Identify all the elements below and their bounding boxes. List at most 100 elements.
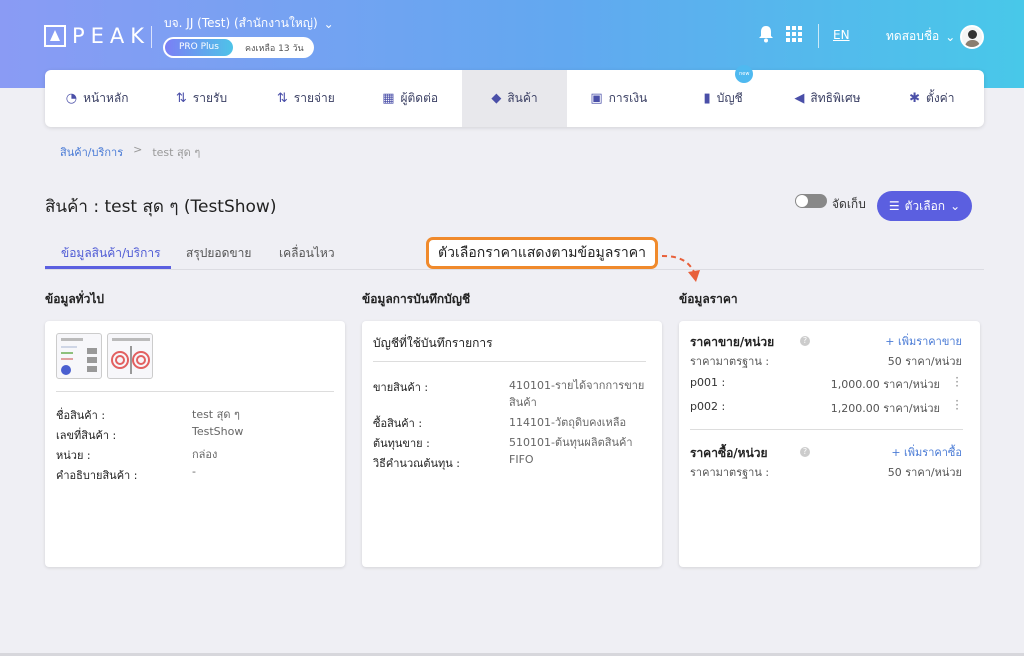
chevron-down-icon: ⌄ xyxy=(323,16,334,31)
field-label: วิธีคำนวณต้นทุน : xyxy=(373,457,460,470)
add-buy-price-link[interactable]: + เพิ่มราคาซื้อ xyxy=(891,443,962,461)
new-badge: new xyxy=(735,65,754,83)
contacts-icon: ▦ xyxy=(382,91,395,106)
nav-item-contacts[interactable]: ▦ ผู้ติดต่อ xyxy=(358,70,462,127)
logo-mark-icon xyxy=(44,25,66,47)
field-value: สินค้า xyxy=(509,396,537,409)
price-label: ราคามาตรฐาน : xyxy=(690,466,770,479)
nav-label: ตั้งค่า xyxy=(926,91,955,105)
avatar[interactable] xyxy=(960,25,984,49)
box-icon: ◆ xyxy=(491,91,502,106)
user-menu[interactable]: ทดสอบชื่อ ⌄ xyxy=(886,27,955,46)
accounting-heading: ข้อมูลการบันทึกบัญชี xyxy=(362,292,471,306)
nav-label: การเงิน xyxy=(608,91,648,105)
apps-grid-icon[interactable] xyxy=(786,26,802,42)
main-nav: ◔ หน้าหลัก ⇅ รายรับ ⇅ รายจ่าย ▦ ผู้ติดต่อ ◆ ส… xyxy=(45,65,984,127)
divider xyxy=(818,24,819,48)
archive-toggle[interactable] xyxy=(795,194,827,208)
tab-movements[interactable]: เคลื่อนไหว xyxy=(279,244,335,263)
field-value: 510101-ต้นทุนผลิตสินค้า xyxy=(509,436,633,449)
nav-label: บัญชี xyxy=(716,91,743,105)
field-value: FIFO xyxy=(509,453,534,466)
nav-item-accounting[interactable]: ▮ บัญชี new xyxy=(671,65,775,127)
divider xyxy=(373,361,646,362)
nav-item-finance[interactable]: ▣ การเงิน xyxy=(567,70,671,127)
more-options-icon[interactable]: · · · xyxy=(954,372,960,392)
price-label: p001 : xyxy=(690,376,726,389)
nav-label: รายจ่าย xyxy=(293,91,335,105)
options-button[interactable]: ☰ ตัวเลือก ⌄ xyxy=(877,191,972,221)
chevron-down-icon: ⌄ xyxy=(950,199,961,213)
field-label: คำอธิบายสินค้า : xyxy=(56,469,138,482)
divider xyxy=(56,391,334,392)
help-icon[interactable]: ? xyxy=(800,447,810,457)
field-value: - xyxy=(192,465,196,478)
field-value: กล่อง xyxy=(192,448,218,461)
more-options-icon[interactable]: · · · xyxy=(954,395,960,415)
general-info-heading: ข้อมูลทั่วไป xyxy=(45,292,104,306)
field-label: เลขที่สินค้า : xyxy=(56,429,117,442)
dashboard-icon: ◔ xyxy=(65,91,78,106)
accounting-card: บัญชีที่ใช้บันทึกรายการ ขายสินค้า : 4101… xyxy=(362,321,662,567)
plan-remaining: คงเหลือ 13 วัน xyxy=(244,43,304,54)
field-value: test สุด ๆ xyxy=(192,408,240,421)
field-value: 114101-วัตถุดิบคงเหลือ xyxy=(509,416,627,429)
price-label: ราคามาตรฐาน : xyxy=(690,355,770,368)
breadcrumb-separator: > xyxy=(133,143,143,156)
divider xyxy=(690,429,963,430)
price-value: 1,000.00 ราคา/หน่วย xyxy=(830,378,940,391)
breadcrumb-current: test สุด ๆ xyxy=(152,146,201,159)
callout-arrow-icon xyxy=(661,255,700,282)
nav-item-products[interactable]: ◆ สินค้า xyxy=(462,70,567,127)
company-selector[interactable]: บจ. JJ (Test) (สำนักงานใหญ่) ⌄ xyxy=(164,14,334,33)
pricing-card: ราคาขาย/หน่วย ? + เพิ่มราคาขาย ราคามาตรฐ… xyxy=(679,321,980,567)
price-value: 1,200.00 ราคา/หน่วย xyxy=(830,402,940,415)
nav-item-expense[interactable]: ⇅ รายจ่าย xyxy=(254,70,358,127)
plan-badge: PRO Plus xyxy=(165,39,233,56)
breadcrumb: สินค้า/บริการ > test สุด ๆ xyxy=(60,143,200,161)
nav-label: หน้าหลัก xyxy=(83,91,129,105)
tab-product-info[interactable]: ข้อมูลสินค้า/บริการ xyxy=(61,244,161,263)
active-tab-indicator xyxy=(45,266,171,269)
nav-label: รายรับ xyxy=(192,91,228,105)
money-icon: ▣ xyxy=(590,91,603,106)
product-image[interactable] xyxy=(107,333,153,379)
help-icon[interactable]: ? xyxy=(800,336,810,346)
plan-pill[interactable]: PRO Plus คงเหลือ 13 วัน xyxy=(163,37,314,58)
chevron-down-icon: ⌄ xyxy=(945,29,956,44)
nav-item-home[interactable]: ◔ หน้าหลัก xyxy=(45,70,149,127)
general-info-card: ชื่อสินค้า : test สุด ๆ เลขที่สินค้า : T… xyxy=(45,321,345,567)
breadcrumb-link[interactable]: สินค้า/บริการ xyxy=(60,143,123,161)
logo-text: PEAK xyxy=(72,24,151,48)
nav-label: สินค้า xyxy=(507,91,538,105)
product-image[interactable] xyxy=(56,333,102,379)
megaphone-icon: ◀ xyxy=(794,91,805,106)
page-title: สินค้า : test สุด ๆ (TestShow) xyxy=(45,197,277,217)
price-value: 50 ราคา/หน่วย xyxy=(887,355,962,368)
buy-price-title: ราคาซื้อ/หน่วย xyxy=(690,446,768,460)
nav-item-settings[interactable]: ✱ ตั้งค่า xyxy=(880,70,984,127)
language-switch[interactable]: EN xyxy=(833,28,850,42)
sell-price-title: ราคาขาย/หน่วย xyxy=(690,335,775,349)
price-label: p002 : xyxy=(690,400,726,413)
nav-item-income[interactable]: ⇅ รายรับ xyxy=(149,70,253,127)
bell-icon[interactable] xyxy=(758,25,774,43)
company-name: บจ. JJ (Test) (สำนักงานใหญ่) xyxy=(164,16,318,30)
expense-icon: ⇅ xyxy=(276,91,288,106)
field-label: หน่วย : xyxy=(56,449,91,462)
nav-label: สิทธิพิเศษ xyxy=(810,91,861,105)
user-name: ทดสอบชื่อ xyxy=(886,29,940,43)
tab-sales-summary[interactable]: สรุปยอดขาย xyxy=(186,244,251,263)
nav-item-privileges[interactable]: ◀ สิทธิพิเศษ xyxy=(775,70,879,127)
field-label: ขายสินค้า : xyxy=(373,381,429,394)
annotation-callout: ตัวเลือกราคาแสดงตามข้อมูลราคา xyxy=(426,237,658,269)
peak-logo[interactable]: PEAK xyxy=(44,24,150,48)
add-sell-price-link[interactable]: + เพิ่มราคาขาย xyxy=(885,332,962,350)
menu-icon: ☰ xyxy=(888,199,900,213)
field-label: ซื้อสินค้า : xyxy=(373,417,423,430)
options-label: ตัวเลือก xyxy=(904,198,946,213)
book-icon: ▮ xyxy=(703,91,711,106)
field-label: ชื่อสินค้า : xyxy=(56,409,106,422)
field-value: TestShow xyxy=(192,425,244,438)
pricing-heading: ข้อมูลราคา xyxy=(679,292,738,306)
